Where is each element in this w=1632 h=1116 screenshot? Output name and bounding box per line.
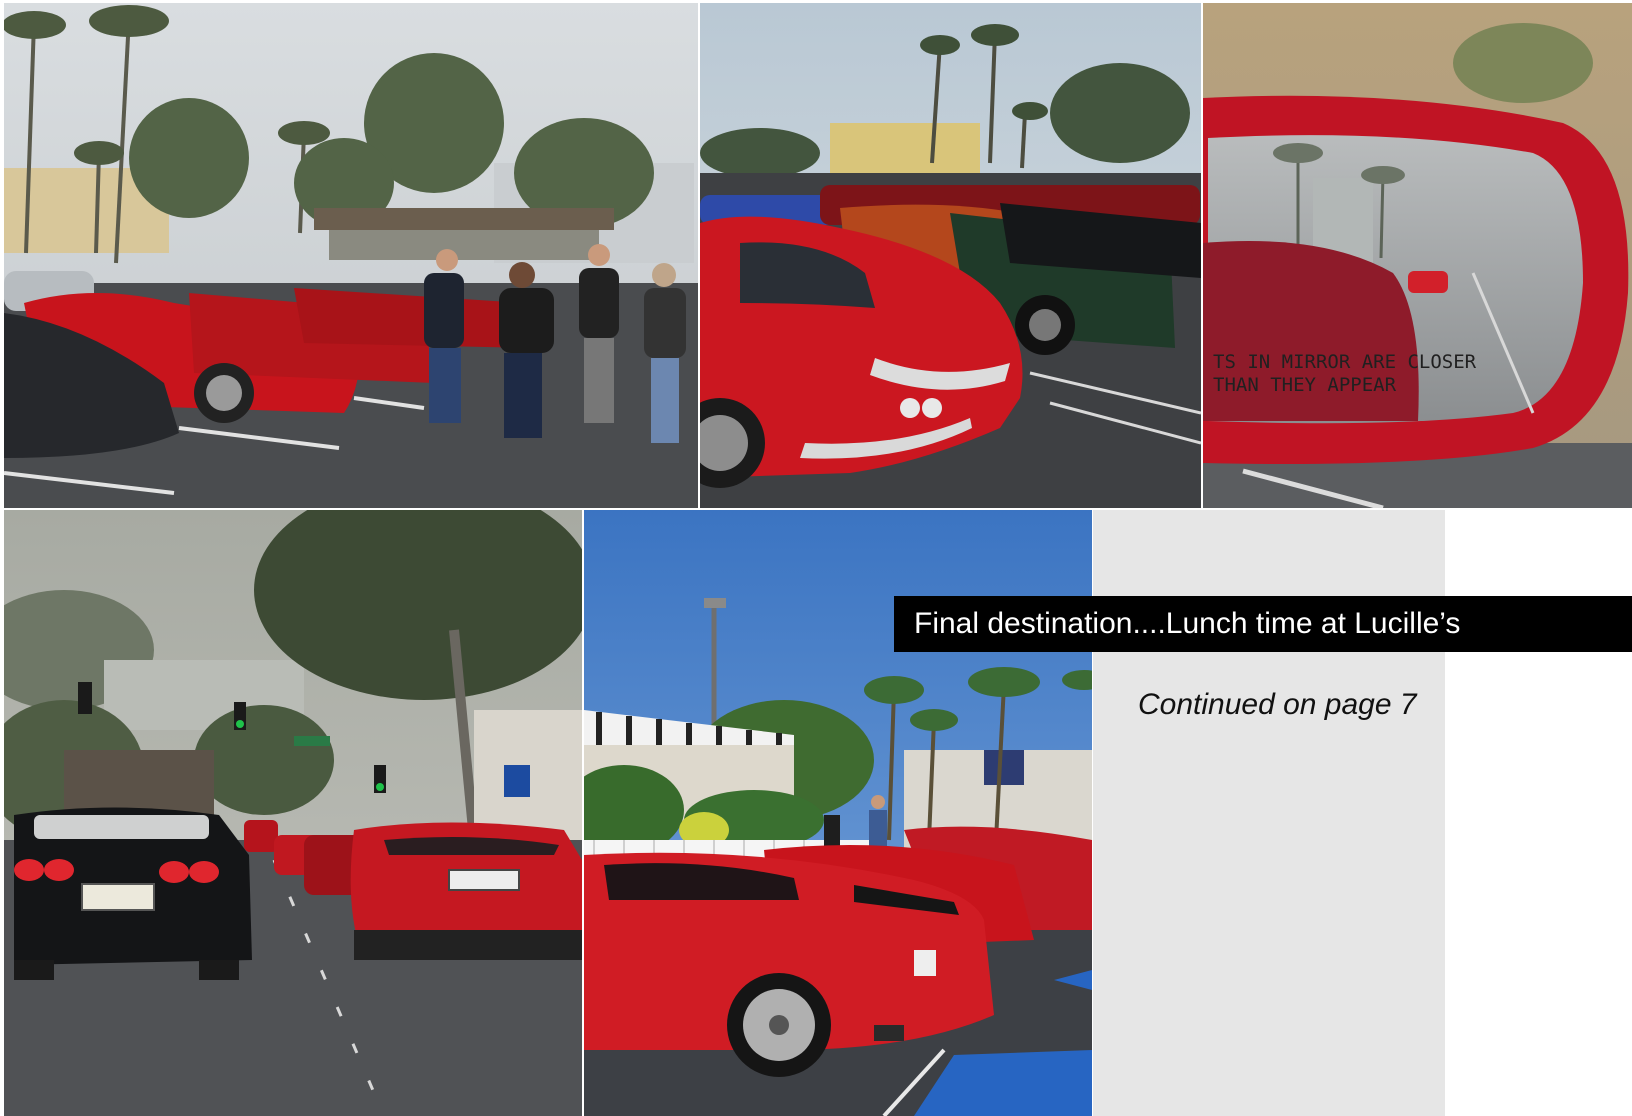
photo-street-cruise xyxy=(4,510,582,1116)
mirror-warning-line2: THAN THEY APPEAR xyxy=(1213,374,1397,396)
photo-side-mirror: TS IN MIRROR ARE CLOSER THAN THEY APPEAR xyxy=(1203,3,1632,508)
photo-classic-corvette-lineup-image xyxy=(700,3,1201,508)
caption-title-bar: Final destination....Lunch time at Lucil… xyxy=(894,596,1632,652)
photo-classic-corvette-lineup xyxy=(700,3,1201,508)
continued-note: Continued on page 7 xyxy=(1138,688,1417,721)
photo-parking-lot-gathering xyxy=(4,3,698,508)
photo-parking-lot-gathering-image xyxy=(4,3,698,508)
mirror-warning-line1: TS IN MIRROR ARE CLOSER xyxy=(1213,351,1477,373)
photo-side-mirror-image: TS IN MIRROR ARE CLOSER THAN THEY APPEAR xyxy=(1203,3,1632,508)
caption-title: Final destination....Lunch time at Lucil… xyxy=(914,607,1461,640)
photo-street-cruise-image xyxy=(4,510,582,1116)
